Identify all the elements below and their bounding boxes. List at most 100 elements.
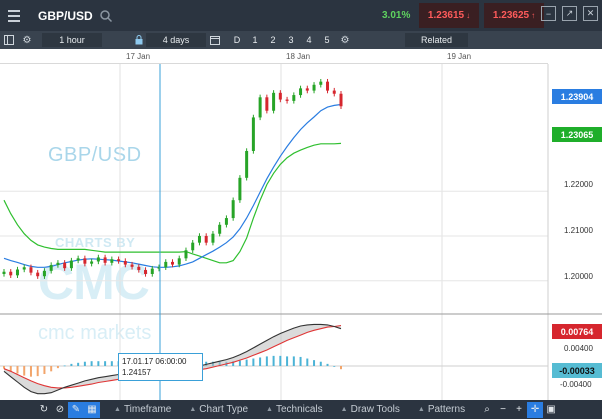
related-button[interactable]: Related: [405, 33, 468, 47]
hamburger-menu-icon[interactable]: [0, 0, 28, 31]
candle-body: [184, 250, 188, 259]
timeframe-2[interactable]: 2: [264, 33, 282, 47]
timeframe-d[interactable]: D: [228, 33, 246, 47]
indicator-top-label: 0.00764: [552, 324, 602, 339]
timeframe-menu[interactable]: ▲ Timeframe: [114, 404, 171, 415]
histogram-bar: [245, 359, 248, 366]
histogram-bar: [90, 361, 93, 366]
screenshot-icon[interactable]: ▣: [543, 402, 559, 418]
zoom-search-icon[interactable]: ⌕: [479, 402, 495, 418]
candle-body: [49, 265, 53, 271]
timeframe-3[interactable]: 3: [282, 33, 300, 47]
calendar-icon[interactable]: [206, 31, 224, 49]
histogram-bar: [36, 366, 39, 377]
grid-icon[interactable]: ▦: [84, 401, 100, 418]
histogram-bar: [265, 356, 268, 366]
ma-slow-line: [3, 142, 342, 264]
candle-body: [238, 177, 242, 201]
timeframe-4[interactable]: 4: [300, 33, 318, 47]
candle-body: [312, 84, 316, 91]
timeframe-1[interactable]: 1: [246, 33, 264, 47]
candle-body: [123, 261, 127, 265]
candle-body: [285, 99, 289, 101]
candle-body: [137, 266, 141, 270]
histogram-bar: [238, 360, 241, 366]
candle-body: [83, 258, 87, 264]
candle-body: [332, 90, 336, 94]
histogram-bar: [16, 366, 19, 374]
period-selector[interactable]: 1 hour: [42, 33, 102, 47]
histogram-bar: [110, 361, 113, 366]
crosshair-datetime: 17.01.17 06:00:00: [122, 357, 187, 366]
timeframe-menu-label: Timeframe: [123, 404, 172, 415]
candle-body: [231, 200, 235, 219]
technicals-menu[interactable]: ▲ Technicals: [266, 404, 323, 415]
search-icon[interactable]: [99, 9, 113, 23]
ma-price-label: 1.23065: [552, 127, 602, 142]
candle-body: [191, 242, 195, 251]
layout-icon[interactable]: [0, 31, 18, 49]
candle-body: [251, 117, 255, 151]
histogram-bar: [43, 366, 46, 374]
indicator-tick: 0.00400: [564, 344, 593, 353]
chart-type-menu[interactable]: ▲ Chart Type: [189, 404, 248, 415]
no-symbol-icon[interactable]: ⊘: [52, 402, 68, 418]
zoom-in-icon[interactable]: +: [511, 402, 527, 418]
histogram-bar: [313, 360, 316, 366]
arrow-down-icon: ↓: [466, 11, 471, 20]
caret-up-icon: ▲: [266, 406, 273, 413]
candle-body: [292, 95, 296, 101]
patterns-menu[interactable]: ▲ Patterns: [418, 404, 465, 415]
candle-body: [150, 268, 154, 274]
histogram-bar: [77, 362, 80, 366]
timeframe-settings-icon[interactable]: ⚙: [336, 31, 354, 49]
histogram-bar: [279, 355, 282, 366]
histogram-bar: [104, 361, 107, 366]
candle-body: [15, 269, 19, 276]
histogram-bar: [63, 365, 66, 367]
histogram-bar: [252, 358, 255, 366]
histogram-bar: [292, 356, 295, 366]
histogram-bar: [272, 355, 275, 366]
candle-body: [42, 270, 46, 277]
draw-tools-menu[interactable]: ▲ Draw Tools: [341, 404, 400, 415]
histogram-bar: [306, 358, 309, 366]
candle-body: [103, 257, 107, 263]
draw-tools-menu-label: Draw Tools: [350, 404, 400, 415]
candle-body: [63, 262, 67, 269]
current-price-label: 1.23904: [552, 89, 602, 104]
date-axis: 17 Jan 18 Jan 19 Jan: [0, 49, 548, 64]
date-label: 19 Jan: [447, 52, 472, 61]
candle-body: [204, 235, 208, 243]
candle-body: [245, 150, 249, 178]
pencil-icon[interactable]: ✎: [68, 401, 84, 418]
candle-body: [29, 267, 33, 273]
patterns-menu-label: Patterns: [427, 404, 466, 415]
price-chart-area[interactable]: GBP/USD CHARTS BY CMC cmc markets 1.2390…: [0, 64, 602, 400]
settings-gear-icon[interactable]: ⚙: [18, 31, 36, 49]
buy-price: 1.23625: [492, 10, 530, 21]
zoom-out-icon[interactable]: −: [495, 402, 511, 418]
caret-up-icon: ▲: [417, 406, 425, 413]
popout-icon[interactable]: ↗: [562, 6, 577, 21]
crosshair-icon[interactable]: ✛: [527, 401, 544, 418]
histogram-bar: [319, 361, 322, 366]
histogram-bar: [259, 357, 262, 366]
candle-body: [144, 269, 148, 274]
histogram-bar: [3, 366, 5, 369]
histogram-bar: [97, 361, 100, 366]
close-icon[interactable]: ✕: [583, 6, 598, 21]
chart-canvas[interactable]: [0, 64, 602, 400]
caret-up-icon: ▲: [340, 406, 348, 413]
sell-price-button[interactable]: 1.23615 ↓: [419, 3, 479, 28]
histogram-bar: [333, 366, 336, 367]
refresh-icon[interactable]: ↻: [36, 402, 52, 418]
minimize-icon[interactable]: −: [541, 6, 556, 21]
candle-body: [117, 259, 121, 262]
crosshair-price: 1.24157: [122, 368, 151, 377]
ma-fast-line: [3, 103, 342, 268]
instrument-symbol[interactable]: GBP/USD: [38, 9, 93, 23]
candle-body: [177, 258, 181, 265]
buy-price-button[interactable]: 1.23625 ↑: [484, 3, 544, 28]
timeframe-5[interactable]: 5: [318, 33, 336, 47]
